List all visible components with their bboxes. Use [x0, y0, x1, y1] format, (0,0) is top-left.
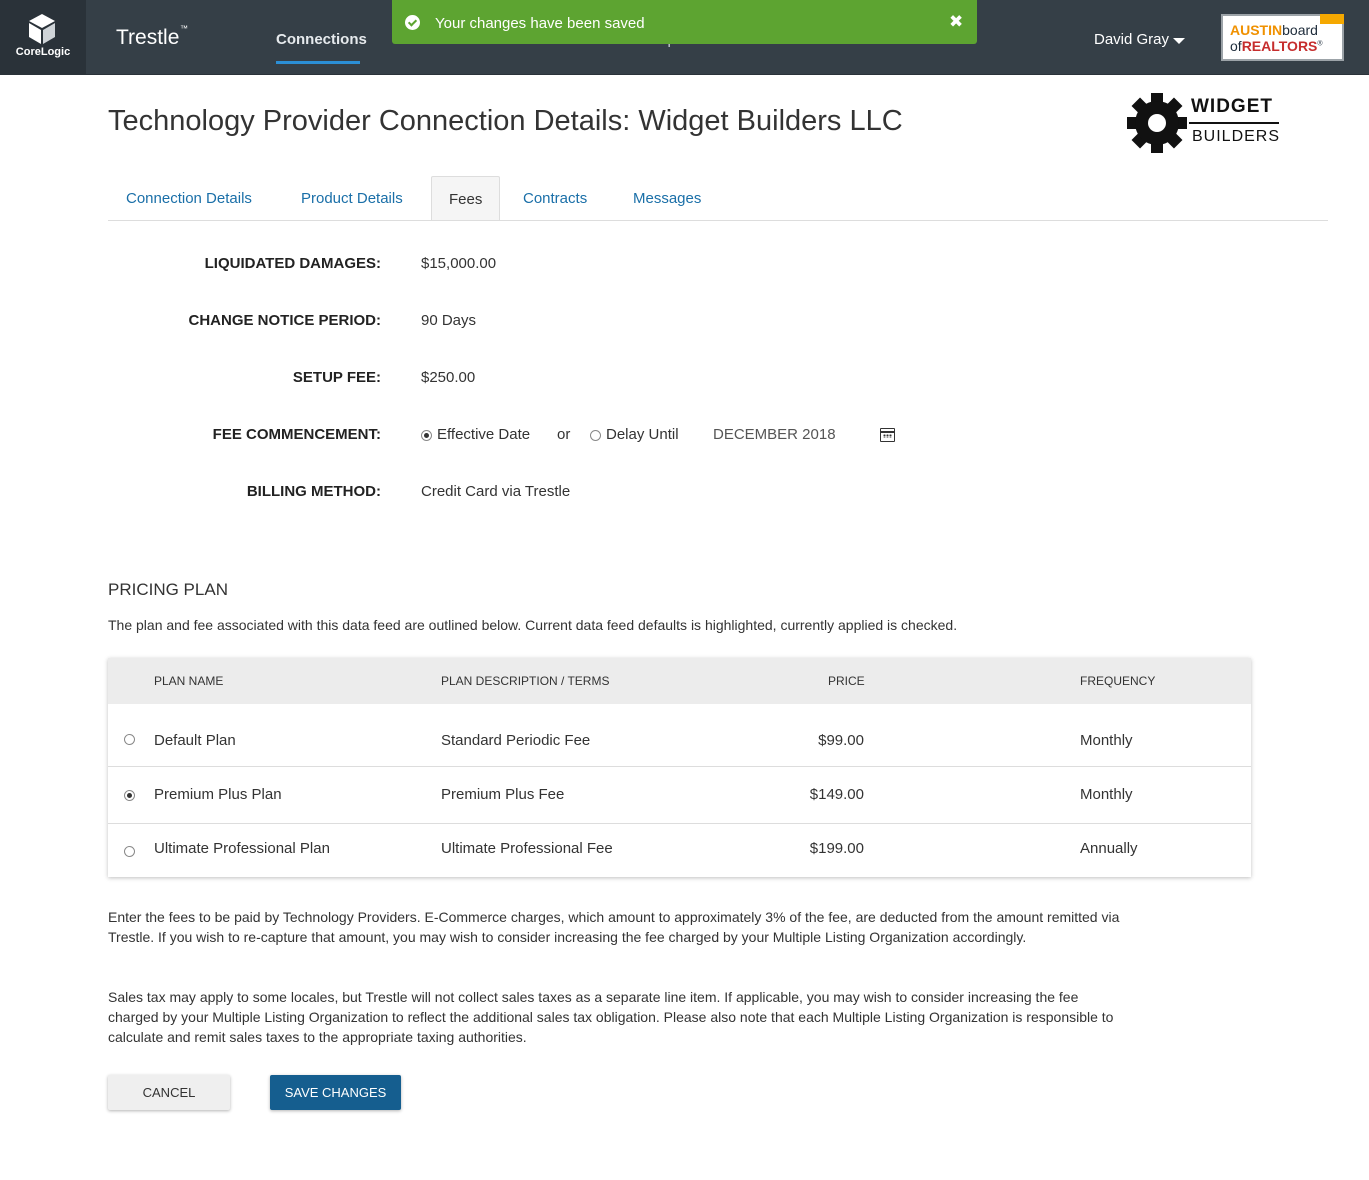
plan-frequency: Annually: [1080, 840, 1138, 857]
fees-note-sales-tax: Sales tax may apply to some locales, but…: [108, 989, 1114, 1045]
tab-connection-details[interactable]: Connection Details: [126, 190, 252, 207]
table-row[interactable]: Default Plan Standard Periodic Fee $99.0…: [108, 704, 1251, 767]
tabs-divider: [108, 220, 1328, 221]
tab-messages[interactable]: Messages: [633, 190, 701, 207]
corelogic-cube-icon: [29, 14, 55, 44]
tab-fees[interactable]: Fees: [431, 176, 501, 221]
partner-logo-line2: ofREALTORS®: [1230, 38, 1323, 54]
save-changes-button[interactable]: SAVE CHANGES: [270, 1075, 401, 1110]
column-header-plan-name: PLAN NAME: [154, 674, 224, 688]
logo-accent-stripe: [1320, 14, 1344, 24]
nav-active-indicator: [276, 61, 360, 64]
column-header-price: PRICE: [828, 674, 865, 688]
setup-fee-label: SETUP FEE:: [292, 369, 381, 386]
table-header: PLAN NAME PLAN DESCRIPTION / TERMS PRICE…: [108, 658, 1251, 704]
plan-radio[interactable]: [124, 734, 135, 745]
plan-price: $149.00: [809, 786, 864, 803]
logo-divider: [1189, 122, 1279, 124]
check-circle-icon: [405, 15, 420, 30]
pricing-plan-table: PLAN NAME PLAN DESCRIPTION / TERMS PRICE…: [108, 658, 1251, 877]
trestle-brand[interactable]: Trestle ™: [116, 24, 188, 50]
table-row[interactable]: Premium Plus Plan Premium Plus Fee $149.…: [108, 767, 1251, 824]
plan-price: $199.00: [809, 840, 864, 857]
plan-description: Ultimate Professional Fee: [441, 840, 613, 857]
plan-description: Premium Plus Fee: [441, 786, 565, 803]
brand-name: Trestle: [116, 26, 180, 49]
plan-frequency: Monthly: [1080, 732, 1133, 749]
logo-line2: BUILDERS: [1192, 128, 1281, 145]
plan-radio[interactable]: [124, 846, 135, 857]
delay-until-option-label[interactable]: Delay Until: [606, 426, 679, 443]
user-menu[interactable]: David Gray: [1094, 31, 1169, 48]
delay-until-radio[interactable]: [590, 430, 601, 441]
logo-line1: WIDGET: [1191, 96, 1273, 117]
close-icon[interactable]: ✖: [949, 12, 963, 32]
plan-radio[interactable]: [124, 790, 135, 801]
fee-commencement-label: FEE COMMENCEMENT:: [212, 426, 381, 443]
change-notice-period-value: 90 Days: [421, 312, 477, 329]
widget-builders-logo: WIDGET BUILDERS: [1127, 92, 1282, 156]
pricing-plan-title: PRICING PLAN: [108, 580, 228, 599]
corelogic-logo[interactable]: CoreLogic: [0, 0, 86, 75]
calendar-icon[interactable]: [880, 428, 895, 442]
plan-name: Default Plan: [154, 732, 236, 749]
plan-price: $99.00: [818, 732, 864, 749]
change-notice-period-label: CHANGE NOTICE PERIOD:: [188, 312, 381, 329]
toast-message: Your changes have been saved: [435, 15, 645, 32]
gear-icon: [1127, 93, 1187, 153]
plan-name: Premium Plus Plan: [154, 786, 282, 803]
pricing-plan-description: The plan and fee associated with this da…: [108, 617, 958, 633]
cancel-button[interactable]: CANCEL: [108, 1075, 230, 1110]
fees-note-ecommerce: Enter the fees to be paid by Technology …: [108, 909, 1120, 945]
setup-fee-value: $250.00: [421, 369, 476, 386]
effective-date-option-label[interactable]: Effective Date: [437, 426, 530, 443]
corelogic-logo-text: CoreLogic: [15, 46, 71, 58]
liquidated-damages-label: LIQUIDATED DAMAGES:: [204, 255, 381, 272]
success-toast: Your changes have been saved ✖: [392, 0, 977, 44]
delay-until-date-field[interactable]: DECEMBER 2018: [713, 426, 836, 443]
trademark-mark: ™: [180, 24, 188, 33]
liquidated-damages-value: $15,000.00: [421, 255, 497, 272]
plan-description: Standard Periodic Fee: [441, 732, 591, 749]
billing-method-label: BILLING METHOD:: [246, 483, 381, 500]
page-title: Technology Provider Connection Details: …: [108, 105, 903, 137]
chevron-down-icon[interactable]: [1173, 38, 1185, 44]
plan-frequency: Monthly: [1080, 786, 1133, 803]
effective-date-radio[interactable]: [421, 430, 432, 441]
plan-name: Ultimate Professional Plan: [154, 840, 330, 857]
austin-board-of-realtors-logo: AUSTINboard ofREALTORS®: [1221, 14, 1344, 61]
billing-method-value: Credit Card via Trestle: [421, 483, 571, 500]
table-row[interactable]: Ultimate Professional Plan Ultimate Prof…: [108, 824, 1251, 877]
nav-connections[interactable]: Connections: [276, 31, 367, 48]
or-separator: or: [557, 426, 571, 443]
column-header-description: PLAN DESCRIPTION / TERMS: [441, 674, 610, 688]
tab-product-details[interactable]: Product Details: [301, 190, 403, 207]
column-header-frequency: FREQUENCY: [1080, 674, 1156, 688]
partner-logo-line1: AUSTINboard: [1230, 22, 1318, 38]
tab-contracts[interactable]: Contracts: [523, 190, 587, 207]
